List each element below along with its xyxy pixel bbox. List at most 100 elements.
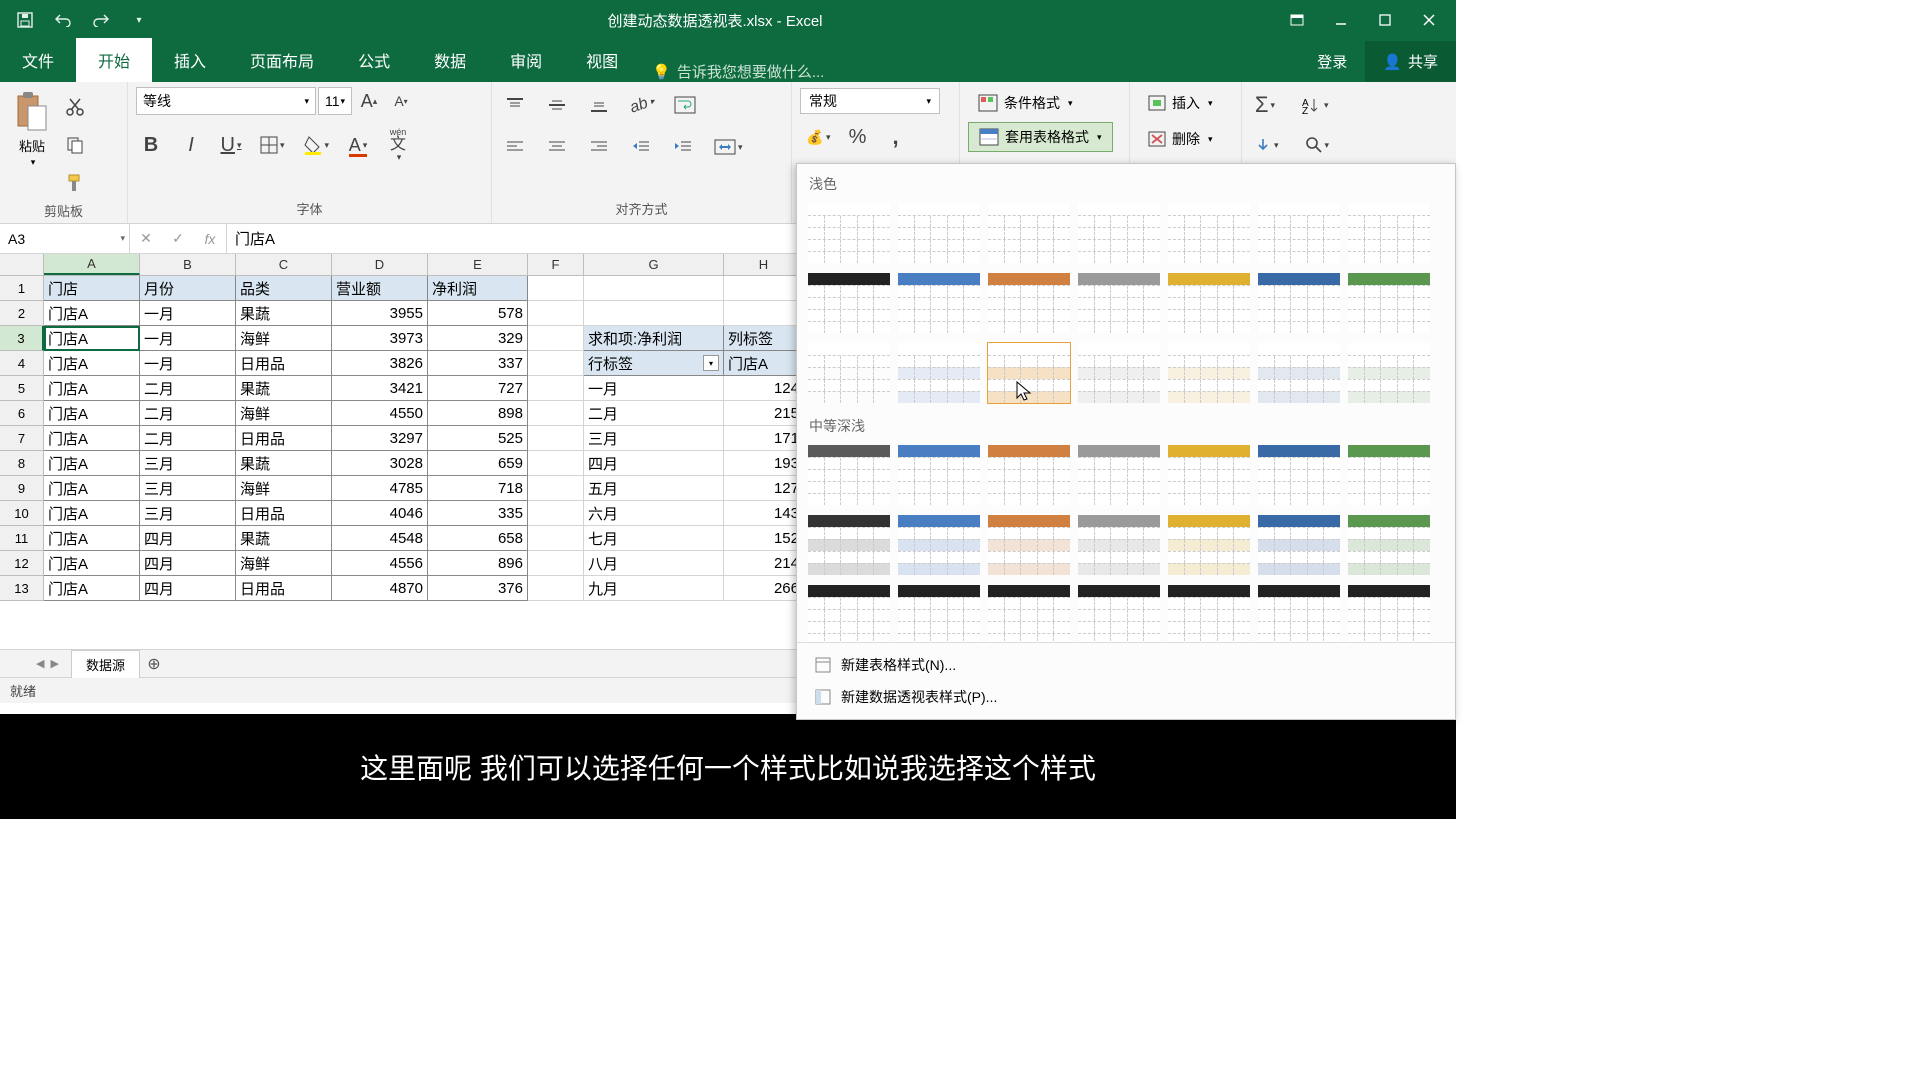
- row-header[interactable]: 2: [0, 301, 44, 326]
- table-style-thumbnail[interactable]: [1167, 444, 1251, 506]
- column-header[interactable]: D: [332, 254, 428, 275]
- cell[interactable]: 门店A: [44, 576, 140, 601]
- decrease-indent-icon[interactable]: [626, 132, 656, 162]
- cell[interactable]: 3973: [332, 326, 428, 351]
- table-style-thumbnail[interactable]: [1257, 272, 1341, 334]
- table-style-thumbnail[interactable]: [987, 584, 1071, 642]
- fill-color-button[interactable]: ▾: [299, 130, 334, 160]
- cell[interactable]: 门店A: [44, 501, 140, 526]
- increase-font-icon[interactable]: A▴: [354, 86, 384, 116]
- align-right-icon[interactable]: [584, 132, 614, 162]
- cell[interactable]: [584, 276, 724, 301]
- cell[interactable]: 三月: [140, 476, 236, 501]
- table-style-thumbnail[interactable]: [987, 514, 1071, 576]
- cell[interactable]: 4548: [332, 526, 428, 551]
- cell[interactable]: 门店A: [44, 301, 140, 326]
- cell[interactable]: 门店A: [44, 451, 140, 476]
- table-style-thumbnail[interactable]: [1257, 444, 1341, 506]
- table-style-thumbnail[interactable]: [897, 272, 981, 334]
- column-header[interactable]: B: [140, 254, 236, 275]
- column-header[interactable]: C: [236, 254, 332, 275]
- table-style-thumbnail[interactable]: [1347, 514, 1431, 576]
- cell[interactable]: [528, 526, 584, 551]
- table-style-thumbnail[interactable]: [807, 342, 891, 404]
- cell[interactable]: 门店A: [44, 426, 140, 451]
- cell[interactable]: 525: [428, 426, 528, 451]
- table-style-thumbnail[interactable]: [987, 272, 1071, 334]
- cell[interactable]: 营业额: [332, 276, 428, 301]
- cell[interactable]: 海鲜: [236, 326, 332, 351]
- row-header[interactable]: 9: [0, 476, 44, 501]
- table-style-thumbnail[interactable]: [987, 202, 1071, 264]
- cell[interactable]: 日用品: [236, 501, 332, 526]
- login-button[interactable]: 登录: [1299, 41, 1365, 82]
- table-style-thumbnail[interactable]: [1077, 444, 1161, 506]
- table-style-thumbnail[interactable]: [1347, 342, 1431, 404]
- cell[interactable]: 215: [724, 401, 804, 426]
- cell[interactable]: [528, 576, 584, 601]
- table-style-thumbnail[interactable]: [897, 202, 981, 264]
- table-style-thumbnail[interactable]: [1077, 342, 1161, 404]
- cell[interactable]: 品类: [236, 276, 332, 301]
- table-style-thumbnail[interactable]: [897, 514, 981, 576]
- cell[interactable]: [528, 451, 584, 476]
- decrease-font-icon[interactable]: A▾: [386, 86, 416, 116]
- orientation-icon[interactable]: ab▾: [622, 85, 663, 124]
- cell[interactable]: 214: [724, 551, 804, 576]
- table-style-thumbnail[interactable]: [807, 272, 891, 334]
- row-header[interactable]: 4: [0, 351, 44, 376]
- table-style-thumbnail[interactable]: [1167, 342, 1251, 404]
- row-header[interactable]: 1: [0, 276, 44, 301]
- qat-customize-icon[interactable]: ▾: [124, 5, 154, 35]
- table-style-thumbnail[interactable]: [807, 514, 891, 576]
- cell[interactable]: 门店A: [44, 351, 140, 376]
- borders-button[interactable]: ▾: [256, 130, 289, 160]
- cell[interactable]: [528, 426, 584, 451]
- cell[interactable]: 门店A: [44, 476, 140, 501]
- cell[interactable]: 337: [428, 351, 528, 376]
- comma-button[interactable]: ,: [881, 122, 911, 152]
- table-style-thumbnail[interactable]: [1077, 514, 1161, 576]
- cell[interactable]: 五月: [584, 476, 724, 501]
- table-style-thumbnail[interactable]: [1167, 272, 1251, 334]
- table-style-thumbnail[interactable]: [1167, 584, 1251, 642]
- cell[interactable]: 4556: [332, 551, 428, 576]
- cell[interactable]: [528, 551, 584, 576]
- new-sheet-button[interactable]: ⊕: [142, 652, 166, 676]
- percent-button[interactable]: %: [843, 122, 873, 152]
- cell[interactable]: 门店A: [724, 351, 804, 376]
- share-button[interactable]: 👤 共享: [1365, 41, 1456, 82]
- cell[interactable]: 门店: [44, 276, 140, 301]
- cell[interactable]: [724, 276, 804, 301]
- row-header[interactable]: 10: [0, 501, 44, 526]
- cell[interactable]: [528, 301, 584, 326]
- table-style-thumbnail[interactable]: [1347, 444, 1431, 506]
- maximize-icon[interactable]: [1364, 4, 1406, 36]
- sheet-nav-next-icon[interactable]: ▶: [50, 657, 58, 670]
- italic-button[interactable]: I: [176, 130, 206, 160]
- close-icon[interactable]: [1408, 4, 1450, 36]
- table-style-thumbnail[interactable]: [1257, 342, 1341, 404]
- tell-me-search[interactable]: 💡 告诉我您想要做什么...: [640, 61, 836, 82]
- cell[interactable]: 三月: [584, 426, 724, 451]
- cell[interactable]: 月份: [140, 276, 236, 301]
- cell[interactable]: 3826: [332, 351, 428, 376]
- cell[interactable]: 六月: [584, 501, 724, 526]
- cell[interactable]: 一月: [584, 376, 724, 401]
- cell[interactable]: 四月: [584, 451, 724, 476]
- cell[interactable]: 门店A: [44, 401, 140, 426]
- align-bottom-icon[interactable]: [584, 90, 614, 120]
- tab-view[interactable]: 视图: [564, 38, 640, 82]
- format-as-table-button[interactable]: 套用表格格式▾: [968, 122, 1113, 152]
- row-header[interactable]: 12: [0, 551, 44, 576]
- bold-button[interactable]: B: [136, 130, 166, 160]
- table-style-thumbnail[interactable]: [1077, 272, 1161, 334]
- undo-icon[interactable]: [48, 5, 78, 35]
- cell[interactable]: 一月: [140, 326, 236, 351]
- cell[interactable]: [528, 276, 584, 301]
- table-style-thumbnail[interactable]: [1077, 584, 1161, 642]
- cell[interactable]: 266: [724, 576, 804, 601]
- insert-cells-button[interactable]: 插入▾: [1138, 88, 1223, 118]
- table-style-thumbnail[interactable]: [1167, 202, 1251, 264]
- formula-enter-icon[interactable]: ✓: [162, 230, 194, 247]
